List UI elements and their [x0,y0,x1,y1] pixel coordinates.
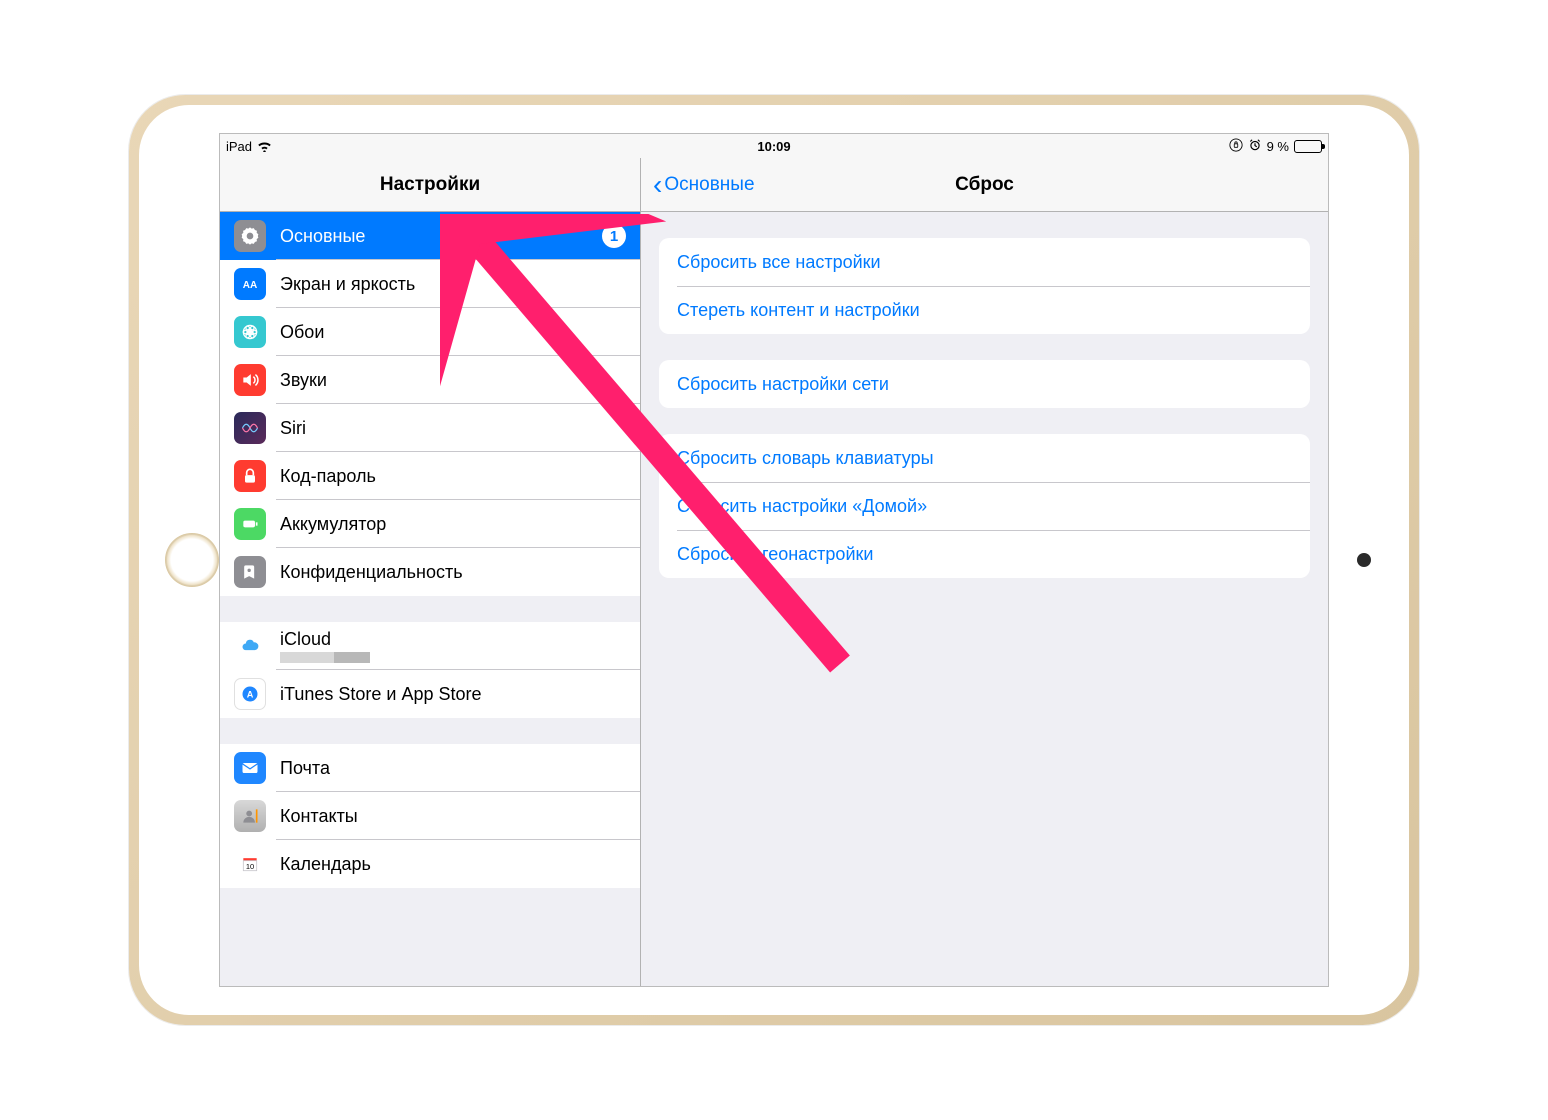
sidebar-item-itunes[interactable]: AiTunes Store и App Store [220,670,640,718]
wifi-icon [257,140,272,152]
sidebar-item-label: Экран и яркость [280,274,415,295]
ipad-bezel: iPad 10:09 9 % [129,95,1419,1025]
reset-item-reset-network[interactable]: Сбросить настройки сети [659,360,1310,408]
mail-icon [234,752,266,784]
alarm-icon [1248,138,1262,155]
siri-icon [234,412,266,444]
svg-text:10: 10 [246,862,254,871]
passcode-icon [234,460,266,492]
sidebar-item-display[interactable]: AA Экран и яркость [220,260,640,308]
sidebar-item-label: Звуки [280,370,327,391]
sidebar-item-label: Календарь [280,854,371,875]
reset-item-label: Сбросить словарь клавиатуры [677,448,934,469]
sidebar-item-label: iCloud [280,629,370,650]
gear-icon [234,220,266,252]
sidebar-item-wallpaper[interactable]: Обои [220,308,640,356]
sidebar-item-icloud[interactable]: iCloud [220,622,640,670]
icloud-icon [234,630,266,662]
svg-text:A: A [247,689,254,699]
sidebar-item-label: Код-пароль [280,466,376,487]
sidebar-titlebar: Настройки [220,158,640,212]
detail-pane: ‹ Основные Сброс Сбросить все настройкиС… [641,158,1328,986]
sidebar-item-label: Siri [280,418,306,439]
chevron-left-icon: ‹ [653,171,662,199]
sidebar-item-battery[interactable]: Аккумулятор [220,500,640,548]
reset-item-label: Сбросить все настройки [677,252,881,273]
svg-text:AA: AA [243,280,257,291]
sidebar-item-privacy[interactable]: Конфиденциальность [220,548,640,596]
sidebar-item-label: Конфиденциальность [280,562,463,583]
sidebar-item-sounds[interactable]: Звуки [220,356,640,404]
battery-icon [1294,140,1322,153]
battery-percent: 9 % [1267,139,1289,154]
reset-item-reset-location[interactable]: Сбросить геонастройки [659,530,1310,578]
reset-item-label: Сбросить настройки сети [677,374,889,395]
orientation-lock-icon [1229,138,1243,155]
sidebar-title: Настройки [380,174,480,196]
privacy-icon [234,556,266,588]
calendar-icon: 10 [234,848,266,880]
sidebar-item-passcode[interactable]: Код-пароль [220,452,640,500]
display-icon: AA [234,268,266,300]
sounds-icon [234,364,266,396]
device-label: iPad [226,139,252,154]
clock: 10:09 [757,139,790,154]
detail-titlebar: ‹ Основные Сброс [641,158,1328,212]
sidebar-item-label: Контакты [280,806,358,827]
sidebar-item-contacts[interactable]: Контакты [220,792,640,840]
appstore-icon: A [234,678,266,710]
reset-item-reset-keyboard[interactable]: Сбросить словарь клавиатуры [659,434,1310,482]
reset-item-reset-home[interactable]: Сбросить настройки «Домой» [659,482,1310,530]
battery-icon [234,508,266,540]
reset-item-label: Сбросить настройки «Домой» [677,496,927,517]
sidebar-item-general[interactable]: Основные 1 [220,212,640,260]
icloud-account-redacted [280,652,370,663]
back-button[interactable]: ‹ Основные [653,171,754,199]
home-button[interactable] [165,533,219,587]
sidebar-list[interactable]: Основные 1 AA Экран и яркость Обои Звуки Siri К… [220,212,640,986]
reset-item-reset-all[interactable]: Сбросить все настройки [659,238,1310,286]
sidebar-item-mail[interactable]: Почта [220,744,640,792]
detail-list[interactable]: Сбросить все настройки Стереть контент и … [641,212,1328,986]
sidebar-item-label: Почта [280,758,330,779]
status-bar: iPad 10:09 9 % [220,134,1328,158]
sidebar-item-calendar[interactable]: 10 Календарь [220,840,640,888]
settings-sidebar: Настройки Основные 1 AA Экран и яркость Обои… [220,158,641,986]
badge: 1 [602,224,626,248]
contacts-icon [234,800,266,832]
sidebar-item-label: Обои [280,322,324,343]
back-label: Основные [664,174,754,196]
sidebar-item-label: Основные [280,226,365,247]
sidebar-item-label: iTunes Store и App Store [280,684,482,705]
sidebar-item-label: Аккумулятор [280,514,386,535]
sidebar-item-siri[interactable]: Siri [220,404,640,452]
front-camera [1357,553,1371,567]
reset-item-label: Сбросить геонастройки [677,544,873,565]
detail-title: Сброс [955,174,1014,196]
wallpaper-icon [234,316,266,348]
reset-item-erase-all[interactable]: Стереть контент и настройки [659,286,1310,334]
screen: iPad 10:09 9 % [219,133,1329,987]
reset-item-label: Стереть контент и настройки [677,300,920,321]
